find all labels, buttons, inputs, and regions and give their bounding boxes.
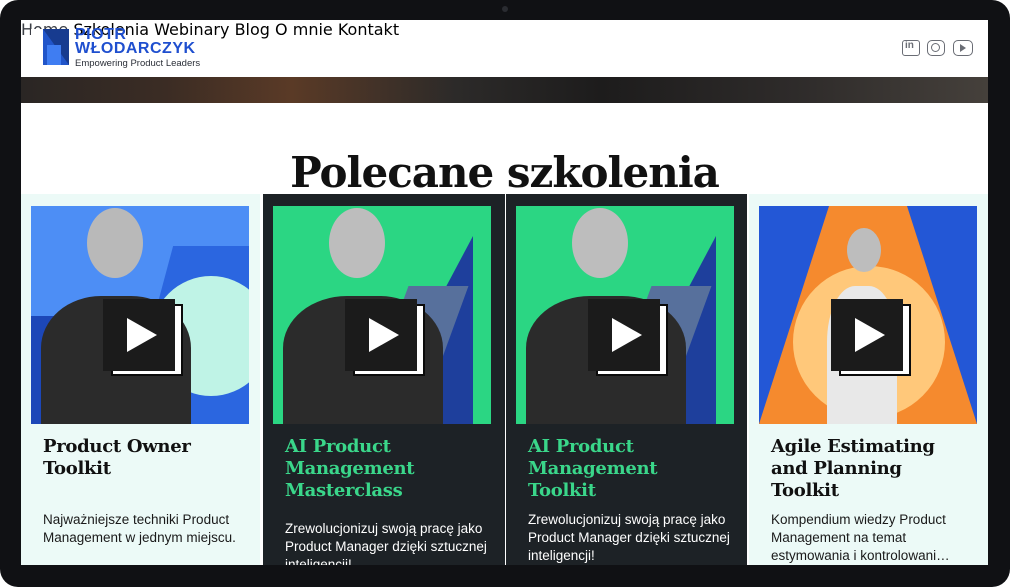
course-title[interactable]: AI Product Management Masterclass <box>285 436 485 502</box>
course-thumbnail[interactable] <box>31 206 249 424</box>
youtube-icon[interactable] <box>953 40 973 56</box>
course-title[interactable]: AI Product Management Toolkit <box>528 436 728 502</box>
hero-image-strip <box>21 77 988 103</box>
device-frame: PIOTR WŁODARCZYK Empowering Product Lead… <box>0 0 1010 587</box>
course-thumbnail[interactable] <box>273 206 491 424</box>
nav-o-mnie[interactable]: O mnie <box>275 20 333 39</box>
course-thumbnail[interactable] <box>759 206 977 424</box>
logo-icon[interactable] <box>31 29 69 65</box>
instagram-icon[interactable] <box>927 40 945 56</box>
linkedin-icon[interactable] <box>902 40 920 56</box>
play-icon[interactable] <box>588 299 660 371</box>
course-card[interactable]: Agile Estimating and Planning Toolkit Ko… <box>749 194 988 565</box>
course-description: Zrewolucjonizuj swoją pracę jako Product… <box>285 521 487 565</box>
course-card[interactable]: AI Product Management Toolkit Zrewolucjo… <box>506 194 747 565</box>
brand-tagline: Empowering Product Leaders <box>75 58 201 69</box>
course-card[interactable]: AI Product Management Masterclass Zrewol… <box>263 194 505 565</box>
course-description: Najważniejsze techniki Product Managemen… <box>43 512 236 545</box>
logo[interactable]: PIOTR WŁODARCZYK Empowering Product Lead… <box>75 26 201 70</box>
brand-name: PIOTR WŁODARCZYK <box>75 26 196 57</box>
section-title: Polecane szkolenia <box>290 148 720 198</box>
camera-dot <box>502 6 508 12</box>
play-icon[interactable] <box>103 299 175 371</box>
course-card[interactable]: Product Owner Toolkit Najważniejsze tech… <box>21 194 260 565</box>
nav-blog[interactable]: Blog <box>235 20 270 39</box>
course-title[interactable]: Agile Estimating and Planning Toolkit <box>771 436 971 502</box>
play-icon[interactable] <box>831 299 903 371</box>
play-icon[interactable] <box>345 299 417 371</box>
course-thumbnail[interactable] <box>516 206 734 424</box>
course-description: Zrewolucjonizuj swoją pracę jako Product… <box>528 512 730 563</box>
browser-viewport: PIOTR WŁODARCZYK Empowering Product Lead… <box>21 20 988 565</box>
nav-kontakt[interactable]: Kontakt <box>338 20 399 39</box>
site-header: PIOTR WŁODARCZYK Empowering Product Lead… <box>21 20 988 77</box>
course-description: Kompendium wiedzy Product Management na … <box>771 512 950 563</box>
course-title[interactable]: Product Owner Toolkit <box>43 436 243 480</box>
